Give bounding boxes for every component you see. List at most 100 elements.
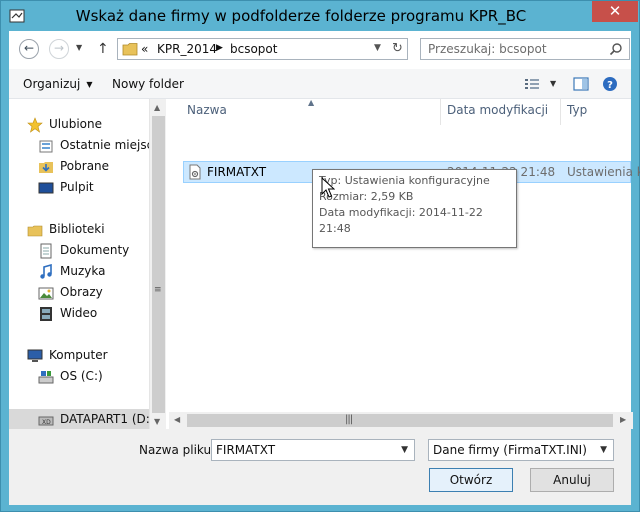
- new-folder-button[interactable]: Nowy folder: [112, 77, 184, 91]
- scroll-down-arrow-icon[interactable]: ▼: [154, 417, 160, 426]
- forward-button[interactable]: →: [49, 39, 69, 59]
- nav-favorites-label: Ulubione: [49, 117, 103, 131]
- nav-music-label: Muzyka: [60, 264, 106, 278]
- column-divider[interactable]: [560, 99, 561, 125]
- view-dropdown-icon[interactable]: ▼: [550, 79, 556, 88]
- column-divider[interactable]: [440, 99, 441, 125]
- computer-icon: [27, 349, 43, 362]
- folder-icon: [122, 43, 138, 56]
- search-icon[interactable]: [609, 42, 623, 56]
- nav-documents[interactable]: Dokumenty: [38, 241, 158, 261]
- recent-places-icon: [39, 140, 53, 153]
- nav-drive-d[interactable]: XD DATAPART1 (D:): [9, 409, 159, 429]
- pictures-icon: [38, 287, 54, 300]
- column-header-type[interactable]: Typ: [567, 103, 587, 117]
- nav-pictures[interactable]: Obrazy: [38, 283, 158, 303]
- desktop-icon: [38, 182, 54, 194]
- nav-videos-label: Wideo: [60, 306, 98, 320]
- column-header-date[interactable]: Data modyfikacji: [447, 103, 548, 117]
- libraries-icon: [27, 225, 43, 237]
- refresh-icon[interactable]: ↻: [392, 41, 403, 56]
- nav-downloads-label: Pobrane: [60, 159, 110, 173]
- music-note-icon: [40, 264, 52, 279]
- up-arrow-icon[interactable]: ↑: [97, 41, 109, 57]
- address-bar[interactable]: « KPR_2014 ▶ bcsopot ▼ ↻: [117, 38, 408, 60]
- hscroll-grip-icon: |||: [345, 414, 353, 425]
- cancel-button[interactable]: Anuluj: [530, 468, 614, 492]
- scroll-grip-icon: ≡: [154, 285, 162, 295]
- preview-pane-icon[interactable]: [573, 76, 589, 92]
- search-box[interactable]: Przeszukaj: bcsopot: [420, 38, 630, 60]
- forward-arrow-icon: →: [53, 41, 65, 55]
- back-arrow-icon: ←: [23, 41, 35, 55]
- open-button[interactable]: Otwórz: [429, 468, 513, 492]
- close-button[interactable]: ✕: [592, 1, 638, 22]
- recent-locations-chevron-icon[interactable]: ▼: [76, 43, 82, 52]
- system-drive-icon: [38, 371, 54, 384]
- dialog-footer: Nazwa pliku: FIRMATXT ▼ Dane firmy (Firm…: [9, 429, 631, 505]
- scroll-right-arrow-icon[interactable]: ▶: [620, 415, 626, 424]
- navigation-scrollbar[interactable]: ▲ ≡ ▼: [149, 99, 166, 429]
- nav-favorites[interactable]: Ulubione: [27, 115, 147, 135]
- address-overflow[interactable]: «: [141, 42, 148, 56]
- breadcrumb-kpr2014[interactable]: KPR_2014: [157, 42, 217, 56]
- nav-music[interactable]: Muzyka: [38, 262, 158, 282]
- organize-dropdown-icon: ▼: [86, 80, 93, 89]
- mouse-cursor-icon: [321, 177, 335, 198]
- window-title: Wskaż dane firmy w podfolderze folderze …: [75, 7, 527, 25]
- dialog-client: ← → ▼ ↑ « KPR_2014 ▶ bcsopot ▼ ↻ Przeszu…: [9, 31, 640, 505]
- file-info-tooltip: Typ: Ustawienia konfiguracyjne Rozmiar: …: [312, 169, 517, 248]
- filename-input[interactable]: FIRMATXT: [216, 443, 275, 457]
- svg-text:?: ?: [607, 80, 613, 91]
- search-input[interactable]: Przeszukaj: bcsopot: [428, 42, 547, 56]
- organize-label: Organizuj: [23, 77, 81, 91]
- file-type-dropdown-icon[interactable]: ▼: [600, 445, 607, 455]
- nav-documents-label: Dokumenty: [60, 243, 130, 257]
- nav-libraries[interactable]: Biblioteki: [27, 220, 147, 240]
- organize-button[interactable]: Organizuj ▼: [23, 77, 92, 91]
- file-type-filter[interactable]: Dane firmy (FirmaTXT.INI) ▼: [428, 439, 614, 461]
- documents-icon: [40, 243, 52, 259]
- tooltip-date: Data modyfikacji: 2014-11-22 21:48: [319, 206, 483, 235]
- back-button[interactable]: ←: [19, 39, 39, 59]
- filename-label: Nazwa pliku:: [139, 443, 216, 457]
- view-options-icon[interactable]: [524, 76, 540, 92]
- navigation-scroll-thumb[interactable]: [152, 116, 165, 413]
- file-name[interactable]: FIRMATXT: [207, 165, 266, 179]
- file-type: Ustawienia k: [567, 165, 640, 179]
- breadcrumb-separator-icon[interactable]: ▶: [216, 43, 223, 53]
- filename-combobox[interactable]: FIRMATXT ▼: [211, 439, 415, 461]
- help-icon[interactable]: ?: [602, 76, 618, 92]
- nav-recent-places[interactable]: Ostatnie miejsca: [38, 136, 161, 156]
- video-film-icon: [40, 307, 52, 321]
- scroll-left-arrow-icon[interactable]: ◀: [174, 415, 180, 424]
- filename-dropdown-icon[interactable]: ▼: [401, 445, 408, 455]
- nav-drive-c[interactable]: OS (C:): [38, 367, 158, 387]
- nav-computer[interactable]: Komputer: [27, 346, 147, 366]
- scroll-up-arrow-icon[interactable]: ▲: [154, 103, 160, 112]
- file-list-hscrollbar[interactable]: ◀ ||| ▶: [169, 412, 633, 429]
- nav-libraries-label: Biblioteki: [49, 222, 105, 236]
- nav-pictures-label: Obrazy: [60, 285, 103, 299]
- star-icon: [27, 117, 43, 133]
- breadcrumb-bcsopot[interactable]: bcsopot: [230, 42, 277, 56]
- nav-downloads[interactable]: Pobrane: [38, 157, 158, 177]
- tooltip-type: Typ: Ustawienia konfiguracyjne: [319, 174, 490, 187]
- nav-videos[interactable]: Wideo: [38, 304, 158, 324]
- address-dropdown-icon[interactable]: ▼: [374, 43, 381, 53]
- nav-desktop-label: Pulpit: [60, 180, 94, 194]
- config-file-icon: [189, 164, 201, 180]
- column-header-name[interactable]: Nazwa: [187, 103, 227, 117]
- nav-drive-c-label: OS (C:): [60, 369, 103, 383]
- sort-ascending-icon: ▲: [308, 98, 315, 107]
- drive-icon: XD: [38, 416, 54, 426]
- nav-recent-label: Ostatnie miejsca: [60, 138, 161, 152]
- dialog-window: Wskaż dane firmy w podfolderze folderze …: [0, 0, 640, 512]
- navigation-pane: Ulubione Ostatnie miejsca Pobrane Pulpit…: [9, 99, 166, 429]
- file-list-scroll-thumb[interactable]: [187, 414, 613, 427]
- svg-text:XD: XD: [42, 419, 51, 426]
- file-list: ▲ Nazwa Data modyfikacji Typ FIRMATXT 20…: [167, 98, 640, 429]
- tooltip-size: Rozmiar: 2,59 KB: [319, 190, 414, 203]
- nav-desktop[interactable]: Pulpit: [38, 178, 158, 198]
- title-bar[interactable]: Wskaż dane firmy w podfolderze folderze …: [1, 1, 639, 31]
